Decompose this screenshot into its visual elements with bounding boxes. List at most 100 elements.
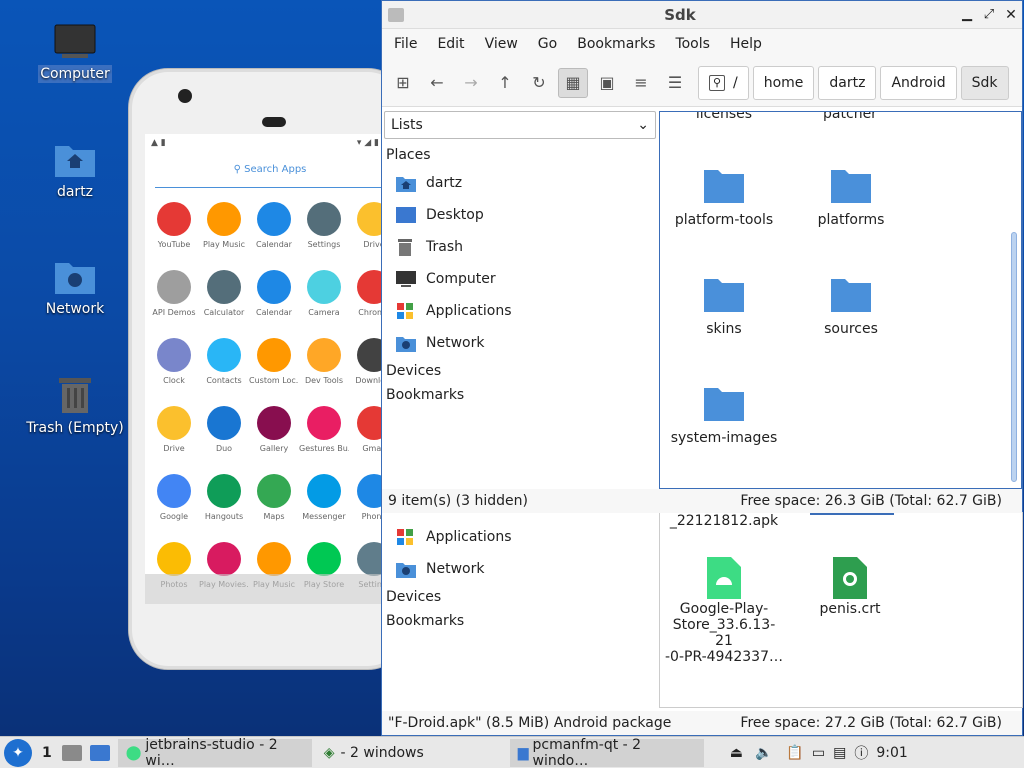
side-pane-mode-select[interactable]: Lists ⌄	[384, 111, 656, 139]
menu-help[interactable]: Help	[720, 36, 772, 52]
bookmarks-section[interactable]: Bookmarks	[382, 609, 658, 633]
forward-arrow-icon[interactable]: →	[456, 68, 486, 98]
detailed-list-icon[interactable]: ☰	[660, 68, 690, 98]
menu-file[interactable]: File	[384, 36, 427, 52]
places-section[interactable]: Places	[382, 143, 658, 167]
place-computer[interactable]: Computer	[382, 263, 658, 295]
desktop-icon-computer[interactable]: Computer	[20, 24, 130, 83]
file-view[interactable]: _22121812.apk Google-Play- Store_33.6.13…	[659, 505, 1023, 708]
file-item-licenses[interactable]: licenses	[664, 112, 784, 122]
app-icon-calculator[interactable]: Calculator	[199, 270, 249, 317]
app-icon-settings[interactable]: Settings	[299, 202, 349, 249]
app-icon-gestures-bu[interactable]: Gestures Bu...	[299, 406, 349, 453]
menu-go[interactable]: Go	[528, 36, 567, 52]
icon-view-icon[interactable]: ▦	[558, 67, 588, 98]
up-arrow-icon[interactable]: ↑	[490, 68, 520, 98]
menu-bookmarks[interactable]: Bookmarks	[567, 36, 665, 52]
file-item-patcher[interactable]: patcher	[790, 112, 910, 122]
task-jetbrains-studio[interactable]: ⬤ jetbrains-studio - 2 wi…	[117, 737, 312, 768]
title-bar[interactable]: Sdk ▁ ⤢ ✕	[382, 1, 1022, 29]
file-view[interactable]: licenses patcher platform-tools platforms…	[659, 111, 1022, 489]
task-windows[interactable]: ◈ - 2 windows	[316, 739, 506, 767]
app-icon-gmail[interactable]: Gmail	[349, 406, 385, 453]
thumbnail-view-icon[interactable]: ▣	[592, 68, 622, 98]
app-icon-messenger[interactable]: Messenger	[299, 474, 349, 521]
breadcrumb-sdk[interactable]: Sdk	[960, 65, 1009, 100]
folder-item-platform-tools[interactable]: platform-tools	[664, 168, 784, 228]
place-network[interactable]: Network	[382, 327, 658, 359]
folder-item-platforms[interactable]: platforms	[791, 168, 911, 228]
reload-icon[interactable]: ↻	[524, 68, 554, 98]
desktop-icon-network[interactable]: Network	[20, 257, 130, 317]
folder-item-skins[interactable]: skins	[664, 277, 784, 337]
place-applications[interactable]: Applications	[382, 521, 658, 553]
bookmarks-section[interactable]: Bookmarks	[382, 383, 658, 407]
file-item-google-play-store[interactable]: Google-Play- Store_33.6.13-21 -0-PR-4942…	[664, 557, 784, 665]
show-desktop-icon[interactable]	[89, 744, 110, 761]
notes-icon[interactable]: ▭	[812, 745, 825, 761]
start-menu-icon[interactable]: ✦	[4, 738, 32, 767]
folder-item-sources[interactable]: sources	[791, 277, 911, 337]
compact-view-icon[interactable]: ≡	[626, 68, 656, 98]
app-icon-chrome[interactable]: Chrome	[349, 270, 385, 317]
maximize-icon[interactable]: ⤢	[978, 7, 1000, 22]
network-status-icon[interactable]: ▤	[833, 745, 846, 761]
vertical-scrollbar[interactable]	[1011, 232, 1017, 482]
app-icon-api-demos[interactable]: API Demos	[149, 270, 199, 317]
app-icon-gallery[interactable]: Gallery	[249, 406, 299, 453]
desktop-icon-trash[interactable]: Trash (Empty)	[20, 374, 130, 436]
breadcrumb-android[interactable]: Android	[880, 65, 957, 100]
menu-edit[interactable]: Edit	[427, 36, 474, 52]
minimize-icon[interactable]: ▁	[956, 7, 978, 22]
place-dartz[interactable]: dartz	[382, 167, 658, 199]
clock[interactable]: 9:01	[876, 745, 907, 761]
emulator-screen[interactable]: ▲ ▮ ▾ ◢ ▮ ⚲ Search Apps YouTube Play Music…	[145, 134, 385, 604]
file-manager-window-back[interactable]: Applications Network Devices Bookmarks _…	[381, 505, 1023, 736]
app-icon-camera[interactable]: Camera	[299, 270, 349, 317]
place-network[interactable]: Network	[382, 553, 658, 585]
menu-tools[interactable]: Tools	[665, 36, 720, 52]
app-icon-drive[interactable]: Drive	[349, 202, 385, 249]
back-arrow-icon[interactable]: ←	[422, 68, 452, 98]
app-icon-calendar[interactable]: Calendar	[249, 202, 299, 249]
task-pcmanfm-qt[interactable]: ▆ pcmanfm-qt - 2 windo…	[509, 737, 704, 768]
close-icon[interactable]: ✕	[1000, 7, 1022, 23]
breadcrumb-dartz[interactable]: dartz	[818, 65, 877, 100]
menu-view[interactable]: View	[475, 36, 528, 52]
breadcrumb-home[interactable]: home	[752, 65, 815, 100]
app-glyph-icon	[257, 406, 291, 440]
file-item-crt[interactable]: penis.crt	[790, 557, 910, 617]
place-desktop[interactable]: Desktop	[382, 199, 658, 231]
app-icon-clock[interactable]: Clock	[149, 338, 199, 385]
folder-item-system-images[interactable]: system-images	[664, 386, 784, 446]
eject-icon[interactable]: ⏏	[730, 745, 743, 761]
devices-section[interactable]: Devices	[382, 359, 658, 383]
volume-icon[interactable]: 🔈	[755, 745, 772, 761]
app-icon-phone[interactable]: Phone	[349, 474, 385, 521]
app-icon-duo[interactable]: Duo	[199, 406, 249, 453]
clipboard-icon[interactable]: 📋	[786, 745, 803, 761]
app-icon-hangouts[interactable]: Hangouts	[199, 474, 249, 521]
app-icon-contacts[interactable]: Contacts	[199, 338, 249, 385]
new-tab-icon[interactable]: ⊞	[388, 68, 418, 98]
place-applications[interactable]: Applications	[382, 295, 658, 327]
app-search-bar[interactable]: ⚲ Search Apps	[155, 164, 385, 188]
app-icon-google[interactable]: Google	[149, 474, 199, 521]
notification-icon[interactable]: ⓘ	[854, 743, 868, 763]
place-trash[interactable]: Trash	[382, 231, 658, 263]
desktop-icon-dartz[interactable]: dartz	[20, 140, 130, 200]
app-icon-maps[interactable]: Maps	[249, 474, 299, 521]
app-icon-youtube[interactable]: YouTube	[149, 202, 199, 249]
file-item[interactable]: _22121812.apk	[664, 513, 784, 529]
app-icon-calendar[interactable]: Calendar	[249, 270, 299, 317]
app-icon-play-music[interactable]: Play Music	[199, 202, 249, 249]
app-icon-downlo[interactable]: Downlo...	[349, 338, 385, 385]
app-icon-custom-loc[interactable]: Custom Loc...	[249, 338, 299, 385]
devices-section[interactable]: Devices	[382, 585, 658, 609]
app-icon-drive[interactable]: Drive	[149, 406, 199, 453]
breadcrumb-root[interactable]: ⚲ /	[698, 65, 749, 100]
file-manager-launcher-icon[interactable]	[61, 744, 82, 761]
file-manager-window-sdk[interactable]: Sdk ▁ ⤢ ✕ File Edit View Go Bookmarks To…	[381, 0, 1023, 513]
app-icon-dev-tools[interactable]: Dev Tools	[299, 338, 349, 385]
workspace-switcher[interactable]: 1	[42, 745, 52, 761]
